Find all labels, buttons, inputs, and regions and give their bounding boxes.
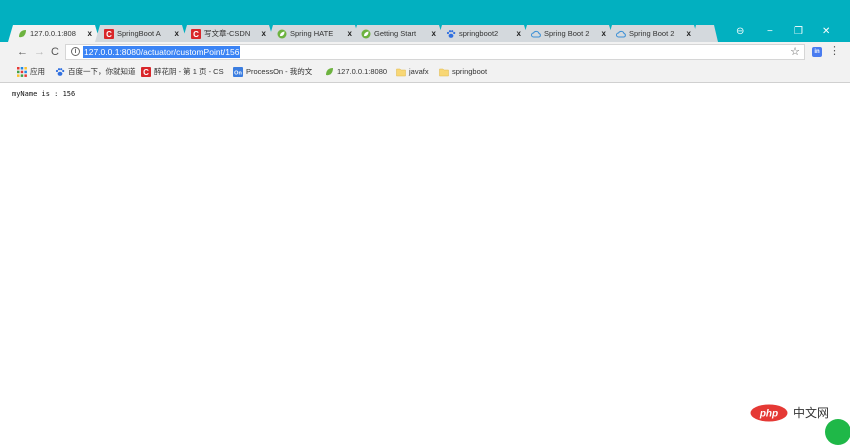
tab-close-icon[interactable]: x [687,29,691,39]
site-info-icon[interactable]: i [71,47,80,56]
url-text[interactable]: 127.0.0.1:8080/actuator/customPoint/156 [83,46,241,58]
svg-text:C: C [143,68,149,77]
extension-icon[interactable]: in [812,47,822,57]
tab-title: Spring HATE [290,29,334,38]
menu-icon[interactable]: ⋮ [829,44,840,58]
tab-close-icon[interactable]: x [175,29,179,39]
new-tab-shape [692,25,718,42]
csdn-icon: C [141,67,151,77]
tab-title: Spring Boot 2 [629,29,675,38]
svg-text:C: C [193,30,199,39]
bookmark-label: 应用 [30,67,45,76]
tab-title: Spring Boot 2 [544,29,590,38]
tab-6[interactable]: springboot2 x [437,25,529,42]
cloud-icon [616,30,626,38]
bookmarks-bar: 应用 百度一下，你就知道 C 醉花阴 - 第 1 页 - CS On Proce… [0,62,850,83]
back-button[interactable]: ← [17,45,28,59]
browser-toolbar: ← → C i 127.0.0.1:8080/actuator/customPo… [0,42,850,62]
processon-icon: On [233,67,243,77]
tab-8[interactable]: Spring Boot 2 x [607,25,699,42]
csdn-icon: C [104,29,114,39]
tab-title: springboot2 [459,29,499,38]
bookmark-label: 127.0.0.1:8080 [337,67,388,76]
spring-leaf-icon [326,68,333,76]
account-icon[interactable]: ⊖ [736,26,744,38]
svg-text:C: C [106,30,112,39]
svg-text:On: On [234,71,242,77]
forward-button[interactable]: → [34,45,45,59]
php-logo: php [750,404,788,422]
folder-icon [396,68,406,77]
spring-leaf-icon [361,29,371,39]
response-text: myName is : 156 [12,90,76,98]
tab-close-icon[interactable]: x [262,29,266,39]
chat-bubble-icon [825,419,850,445]
watermark-text: 中文网 [793,406,830,420]
tab-close-icon[interactable]: x [602,29,606,39]
csdn-icon: C [191,29,201,39]
tab-close-icon[interactable]: x [88,29,92,39]
tab-3[interactable]: C 写文章-CSDN x [182,25,274,42]
bookmark-label: springboot [452,67,488,76]
restore-button[interactable]: ❐ [794,26,803,38]
tab-close-icon[interactable]: x [432,29,436,39]
tab-title: SpringBoot A [117,29,161,38]
close-window-button[interactable]: ✕ [822,26,830,38]
bookmark-label: 醉花阴 - 第 1 页 - CS [154,67,224,76]
tab-close-icon[interactable]: x [517,29,521,39]
minimize-button[interactable]: − [767,26,773,38]
tab-2[interactable]: C SpringBoot A x [95,25,187,42]
php-logo-text: php [759,409,778,420]
bookmark-label: javafx [409,67,429,76]
tab-7[interactable]: Spring Boot 2 x [522,25,614,42]
tab-title: 127.0.0.1:808 [30,29,76,38]
php-cn-watermark: php 中文网 [750,402,850,446]
tab-1[interactable]: 127.0.0.1:808 x [8,25,100,42]
spring-leaf-icon [19,30,26,38]
tab-5[interactable]: Getting Start x [352,25,444,42]
paw-icon [55,68,65,76]
paw-icon [446,30,456,38]
bookmark-star-icon[interactable]: ☆ [790,45,800,59]
spring-leaf-icon [277,29,287,39]
new-tab-button[interactable] [692,25,718,42]
bookmark-label: ProcessOn - 我的文 [246,67,313,76]
reload-button[interactable]: C [51,45,59,59]
tab-title: Getting Start [374,29,417,38]
tab-strip: 127.0.0.1:808 x C SpringBoot A x C 写文章-C… [0,0,850,42]
page-content: myName is : 156 [0,84,850,446]
address-bar[interactable]: i 127.0.0.1:8080/actuator/customPoint/15… [65,44,805,60]
apps-grid-icon [17,67,27,77]
tab-4[interactable]: Spring HATE x [268,25,360,42]
bookmark-label: 百度一下，你就知道 [68,67,136,76]
folder-icon [439,68,449,77]
cloud-icon [531,30,541,38]
tab-title: 写文章-CSDN [204,29,251,38]
